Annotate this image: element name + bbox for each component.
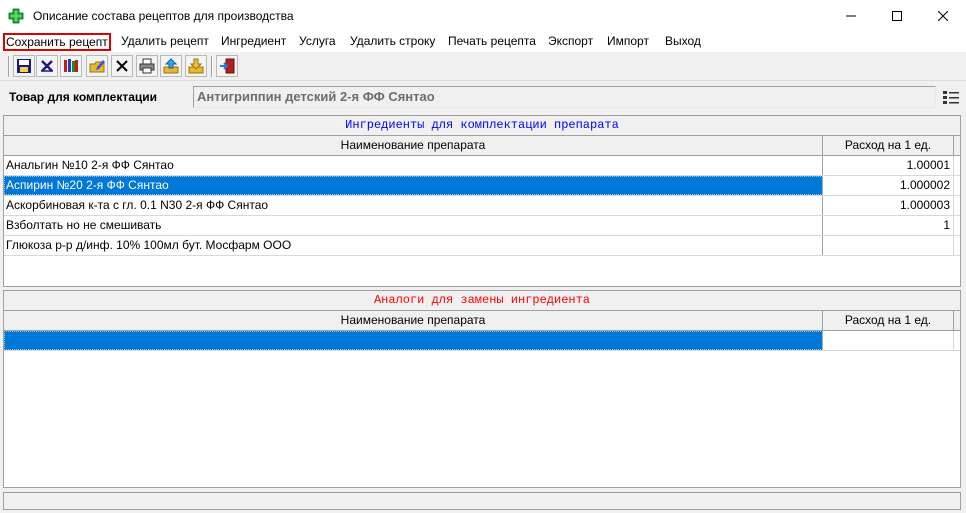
toolbar-separator [211, 56, 213, 77]
cell-qty[interactable]: 1.00001 [823, 156, 954, 175]
ingredients-panel: Ингредиенты для комплектации препарата Н… [3, 115, 961, 287]
menu-import[interactable]: Импорт [607, 33, 649, 51]
toolbar-exit-button[interactable] [216, 55, 238, 77]
menu-print-recipe[interactable]: Печать рецепта [448, 33, 536, 51]
cell-qty[interactable] [823, 236, 954, 255]
ingredients-grid-header: Наименование препарата Расход на 1 ед. [4, 136, 960, 156]
table-row[interactable]: Взболтать но не смешивать 1 [4, 216, 960, 236]
print-icon [139, 58, 155, 74]
books-icon [64, 59, 78, 72]
close-x-icon [116, 60, 128, 72]
menu-ingredient[interactable]: Ингредиент [221, 33, 286, 51]
toolbar-edit-folder-button[interactable] [86, 55, 108, 77]
toolbar-close-button[interactable] [111, 55, 133, 77]
cell-name[interactable]: Анальгин №10 2-я ФФ Сянтао [4, 156, 823, 175]
exit-door-icon [220, 58, 235, 74]
maximize-button[interactable] [874, 0, 920, 31]
analogs-title: Аналоги для замены ингредиента [4, 291, 960, 311]
status-bar [3, 492, 961, 510]
cell-name[interactable] [4, 331, 823, 350]
toolbar-save-button[interactable] [13, 55, 35, 77]
product-field[interactable]: Антигриппин детский 2-я ФФ Сянтао [193, 86, 936, 108]
cell-qty[interactable]: 1 [823, 216, 954, 235]
title-bar: Описание состава рецептов для производст… [0, 0, 966, 31]
cell-name[interactable]: Глюкоза р-р д/инф. 10% 100мл бут. Мосфар… [4, 236, 823, 255]
column-header-name[interactable]: Наименование препарата [4, 136, 823, 155]
cell-qty[interactable]: 1.000003 [823, 196, 954, 215]
cell-name[interactable]: Взболтать но не смешивать [4, 216, 823, 235]
green-cross-icon [8, 8, 24, 24]
ingredients-title: Ингредиенты для комплектации препарата [4, 116, 960, 136]
delete-icon [41, 60, 53, 72]
product-row: Товар для комплектации Антигриппин детск… [0, 82, 966, 112]
export-icon [163, 58, 179, 74]
window-title: Описание состава рецептов для производст… [33, 9, 294, 23]
product-select-button[interactable] [939, 86, 963, 108]
toolbar-import-button[interactable] [185, 55, 207, 77]
table-row[interactable]: Аскорбиновая к-та с гл. 0.1 N30 2-я ФФ С… [4, 196, 960, 216]
menu-bar: Сохранить рецепт Удалить рецепт Ингредие… [0, 31, 966, 52]
import-icon [188, 58, 204, 74]
list-select-icon [943, 91, 959, 104]
column-header-qty[interactable]: Расход на 1 ед. [823, 311, 954, 330]
cell-qty[interactable] [823, 331, 954, 350]
table-row-selected[interactable] [4, 331, 960, 351]
toolbar [0, 53, 966, 81]
toolbar-books-button[interactable] [60, 55, 82, 77]
table-row[interactable]: Глюкоза р-р д/инф. 10% 100мл бут. Мосфар… [4, 236, 960, 256]
close-button[interactable] [920, 0, 966, 31]
minimize-button[interactable] [828, 0, 874, 31]
analogs-grid-header: Наименование препарата Расход на 1 ед. [4, 311, 960, 331]
menu-delete-row[interactable]: Удалить строку [350, 33, 435, 51]
product-label: Товар для комплектации [9, 90, 158, 104]
menu-delete-recipe[interactable]: Удалить рецепт [121, 33, 209, 51]
toolbar-export-button[interactable] [160, 55, 182, 77]
table-row[interactable]: Анальгин №10 2-я ФФ Сянтао 1.00001 [4, 156, 960, 176]
toolbar-delete-button[interactable] [36, 55, 58, 77]
analogs-panel: Аналоги для замены ингредиента Наименова… [3, 290, 961, 488]
column-header-name[interactable]: Наименование препарата [4, 311, 823, 330]
menu-exit[interactable]: Выход [665, 33, 701, 51]
cell-name[interactable]: Аскорбиновая к-та с гл. 0.1 N30 2-я ФФ С… [4, 196, 823, 215]
toolbar-print-button[interactable] [136, 55, 158, 77]
menu-save-recipe[interactable]: Сохранить рецепт [3, 33, 111, 51]
table-row-selected[interactable]: Аспирин №20 2-я ФФ Сянтао 1.000002 [4, 176, 960, 196]
menu-service[interactable]: Услуга [299, 33, 336, 51]
close-icon [938, 10, 948, 21]
cell-qty[interactable]: 1.000002 [823, 176, 954, 195]
edit-folder-icon [89, 60, 105, 73]
column-header-qty[interactable]: Расход на 1 ед. [823, 136, 954, 155]
save-icon [17, 59, 31, 73]
cell-name[interactable]: Аспирин №20 2-я ФФ Сянтао [4, 176, 823, 195]
toolbar-grip [8, 56, 10, 77]
menu-export[interactable]: Экспорт [548, 33, 593, 51]
